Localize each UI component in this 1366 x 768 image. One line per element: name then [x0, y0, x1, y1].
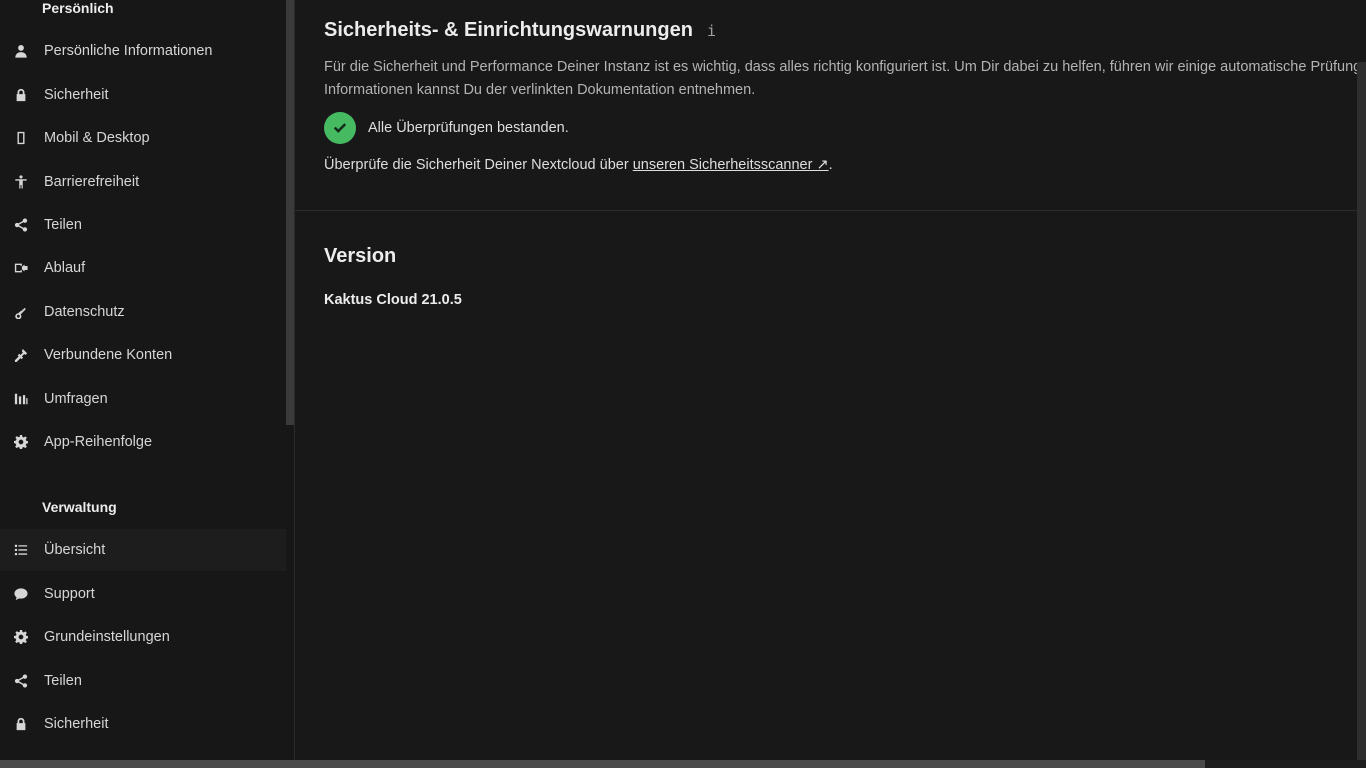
sidebar-item-label: Teilen — [44, 217, 82, 233]
sidebar-item-support[interactable]: Support — [0, 574, 286, 614]
share-icon — [14, 674, 28, 688]
bar-chart-icon — [14, 392, 28, 406]
sidebar-item-app-order[interactable]: App-Reihenfolge — [0, 422, 286, 462]
sidebar-item-workflow[interactable]: Ablauf — [0, 248, 286, 288]
version-value: Kaktus Cloud 21.0.5 — [324, 292, 462, 308]
sidebar-item-label: Mobil & Desktop — [44, 130, 150, 146]
sidebar-item-privacy[interactable]: Datenschutz — [0, 292, 286, 332]
horizontal-scrollbar-thumb[interactable] — [0, 760, 1205, 768]
sidebar-scrollbar[interactable] — [286, 0, 294, 425]
lock-icon — [14, 88, 28, 102]
security-warnings-section: Sicherheits- & Einrichtungswarnungen i F… — [324, 19, 1357, 173]
security-warnings-heading: Sicherheits- & Einrichtungswarnungen i — [324, 19, 1357, 42]
checkmark-icon — [324, 112, 356, 144]
security-scanner-link[interactable]: unseren Sicherheitsscanner ↗ — [633, 157, 829, 173]
scan-prefix-text: Überprüfe die Sicherheit Deiner Nextclou… — [324, 157, 633, 173]
sidebar-item-label: Sicherheit — [44, 87, 109, 103]
speech-bubble-icon — [14, 587, 28, 601]
sidebar-item-label: Verbundene Konten — [44, 347, 173, 363]
security-scan-line: Überprüfe die Sicherheit Deiner Nextclou… — [324, 157, 1357, 173]
personal-section-heading: Persönlich — [42, 0, 114, 16]
gear-icon — [14, 435, 28, 449]
sidebar-item-basic-settings[interactable]: Grundeinstellungen — [0, 617, 286, 657]
sidebar-item-label: App-Reihenfolge — [44, 434, 153, 450]
sidebar-item-label: Datenschutz — [44, 304, 125, 320]
sidebar-item-polls[interactable]: Umfragen — [0, 379, 286, 419]
check-status-text: Alle Überprüfungen bestanden. — [368, 120, 569, 136]
sidebar-item-overview[interactable]: Übersicht — [0, 529, 286, 571]
sidebar-item-label: Ablauf — [44, 260, 86, 276]
sidebar-item-mobile-desktop[interactable]: Mobil & Desktop — [0, 118, 286, 158]
info-icon[interactable]: i — [707, 22, 716, 40]
accessibility-icon — [14, 175, 28, 189]
security-description-line2: Informationen kannst Du der verlinkten D… — [324, 82, 756, 98]
key-icon — [14, 305, 28, 319]
workflow-icon — [14, 261, 28, 275]
user-icon — [14, 44, 28, 58]
sidebar-item-label: Teilen — [44, 673, 82, 689]
scan-suffix-text: . — [828, 157, 833, 173]
sidebar-item-admin-security[interactable]: Sicherheit — [0, 704, 286, 744]
connected-accounts-icon — [14, 348, 28, 362]
settings-app: Persönlich Persönliche Informationen Sic… — [0, 0, 1366, 768]
share-icon — [14, 218, 28, 232]
sidebar-item-connected-accounts[interactable]: Verbundene Konten — [0, 335, 286, 375]
sidebar-item-accessibility[interactable]: Barrierefreiheit — [0, 162, 286, 202]
admin-section-heading: Verwaltung — [42, 499, 117, 515]
sidebar-item-label: Grundeinstellungen — [44, 629, 170, 645]
security-description: Für die Sicherheit und Performance Deine… — [324, 56, 1357, 102]
security-description-line1: Für die Sicherheit und Performance Deine… — [324, 59, 1357, 75]
sidebar-item-label: Support — [44, 586, 95, 602]
main-scrollbar[interactable] — [1357, 62, 1366, 760]
sidebar-item-admin-sharing[interactable]: Teilen — [0, 661, 286, 701]
sidebar-item-label: Übersicht — [44, 542, 106, 558]
settings-sidebar: Persönlich Persönliche Informationen Sic… — [0, 0, 295, 760]
sidebar-item-security[interactable]: Sicherheit — [0, 75, 286, 115]
version-section: Version Kaktus Cloud 21.0.5 — [324, 245, 1357, 308]
security-warnings-title: Sicherheits- & Einrichtungswarnungen — [324, 19, 693, 41]
lock-icon — [14, 717, 28, 731]
sidebar-item-sharing[interactable]: Teilen — [0, 205, 286, 245]
gear-icon — [14, 630, 28, 644]
phone-icon — [14, 131, 28, 145]
sidebar-item-label: Umfragen — [44, 391, 108, 407]
main-content: Sicherheits- & Einrichtungswarnungen i F… — [295, 0, 1357, 760]
sidebar-item-label: Persönliche Informationen — [44, 43, 213, 59]
section-divider — [295, 210, 1357, 211]
list-icon — [14, 543, 28, 557]
sidebar-item-personal-info[interactable]: Persönliche Informationen — [0, 31, 286, 71]
version-heading: Version — [324, 245, 397, 267]
sidebar-item-label: Sicherheit — [44, 716, 109, 732]
check-status-row: Alle Überprüfungen bestanden. — [324, 112, 1357, 144]
horizontal-scrollbar[interactable] — [0, 760, 1366, 768]
sidebar-item-label: Barrierefreiheit — [44, 174, 140, 190]
